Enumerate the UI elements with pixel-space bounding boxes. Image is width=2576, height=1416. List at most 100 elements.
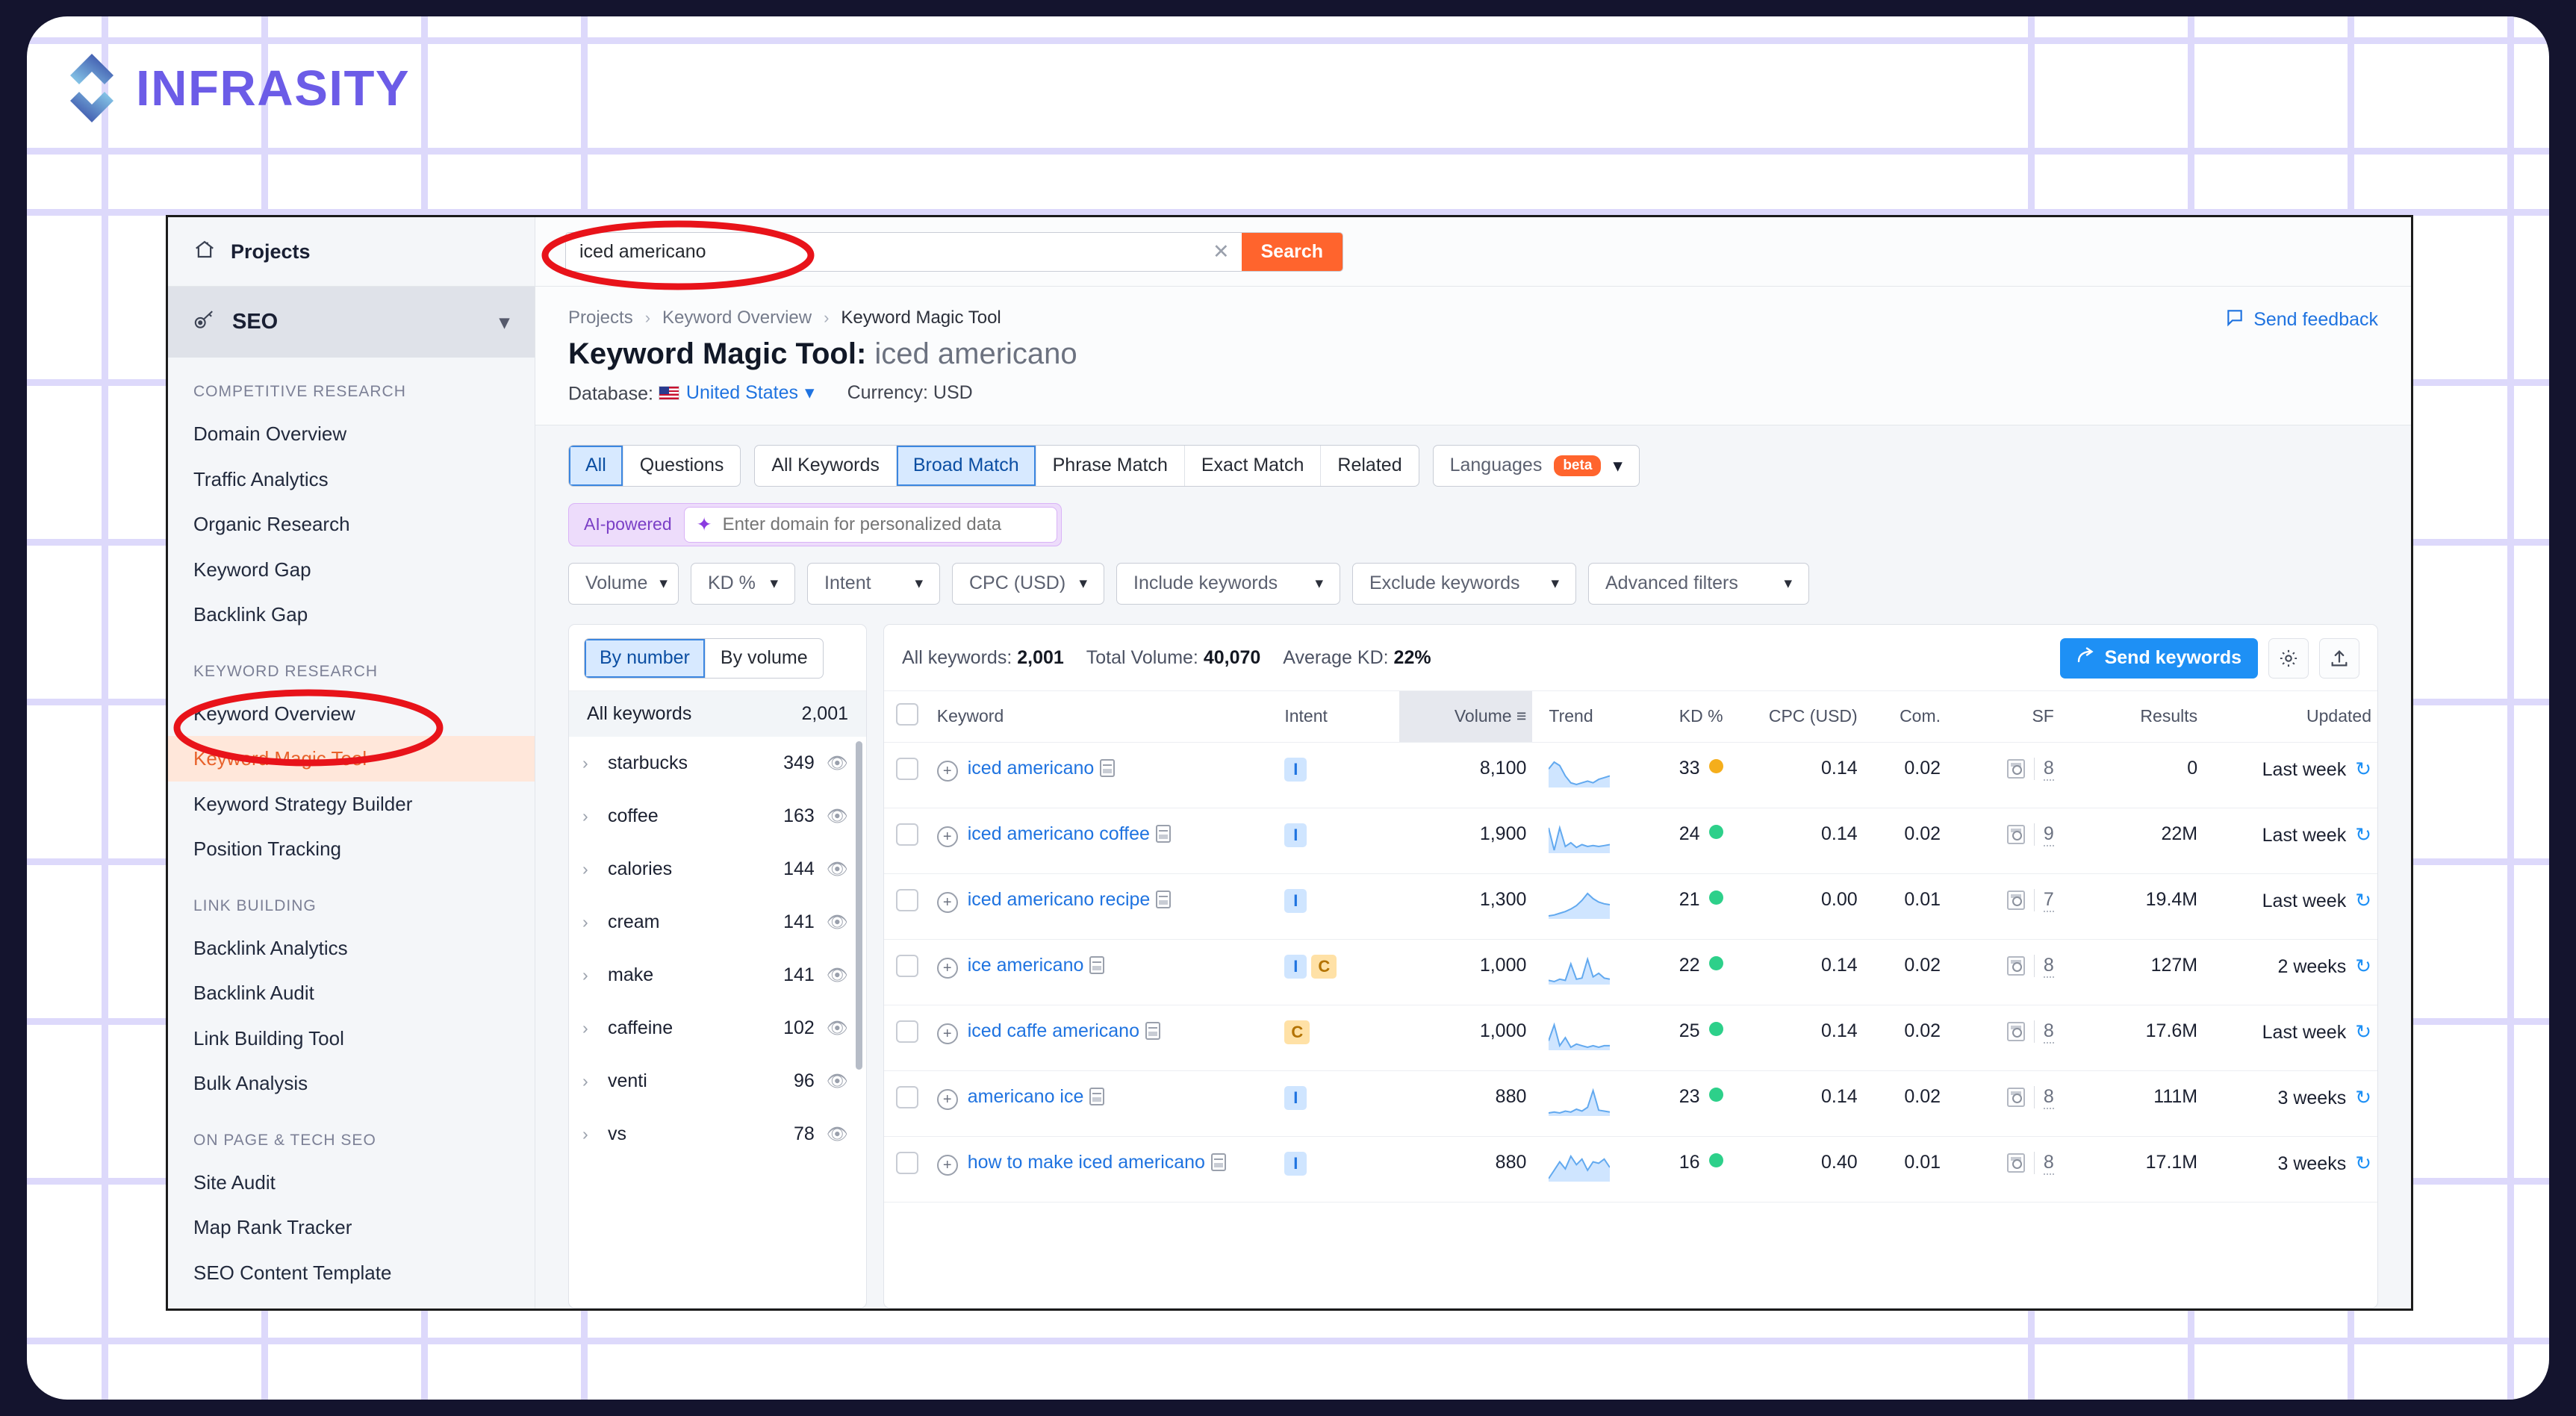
sf-value[interactable]: 8 <box>2043 955 2054 978</box>
refresh-icon[interactable]: ↻ <box>2355 1152 2371 1174</box>
scrollbar-thumb[interactable] <box>856 740 862 1070</box>
column-updated[interactable]: Updated <box>2203 690 2377 743</box>
table-row[interactable]: + how to make iced americano I 880 16 0.40 0.0… <box>884 1136 2377 1203</box>
languages-dropdown[interactable]: Languages beta ▾ <box>1432 444 1640 487</box>
sidebar-item-link-building-tool[interactable]: Link Building Tool <box>168 1016 535 1061</box>
add-keyword-icon[interactable]: + <box>936 957 958 979</box>
tab-phrase-match[interactable]: Phrase Match <box>1036 445 1185 486</box>
serp-preview-icon[interactable] <box>1210 1153 1226 1171</box>
sidebar-item-on-page-seo-checker[interactable]: On Page SEO Checker <box>168 1295 535 1309</box>
toggle-by-volume[interactable]: By volume <box>706 639 823 678</box>
keyword-link[interactable]: ice americano <box>968 955 1105 976</box>
serp-features-icon[interactable] <box>2006 1022 2025 1041</box>
chevron-right-icon[interactable]: › <box>582 912 596 932</box>
refresh-icon[interactable]: ↻ <box>2355 1020 2371 1043</box>
sidebar-item-position-tracking[interactable]: Position Tracking <box>168 826 535 872</box>
eye-icon[interactable]: 👁 <box>827 753 848 773</box>
sf-value[interactable]: 7 <box>2043 889 2054 912</box>
column-com[interactable]: Com. <box>1863 690 1947 743</box>
refresh-icon[interactable]: ↻ <box>2355 955 2371 977</box>
send-keywords-button[interactable]: Send keywords <box>2059 637 2258 679</box>
serp-features-icon[interactable] <box>2006 759 2025 779</box>
column-cpc[interactable]: CPC (USD) <box>1729 690 1864 743</box>
eye-icon[interactable]: 👁 <box>827 965 848 985</box>
serp-features-icon[interactable] <box>2006 825 2025 844</box>
volume-filter[interactable]: Volume ▾ <box>568 562 679 605</box>
sidebar-item-organic-research[interactable]: Organic Research <box>168 502 535 547</box>
serp-preview-icon[interactable] <box>1089 1087 1105 1105</box>
list-item[interactable]: › caffeine 102 👁 <box>569 1002 866 1055</box>
serp-preview-icon[interactable] <box>1155 824 1171 843</box>
chevron-right-icon[interactable]: › <box>582 1071 596 1091</box>
refresh-icon[interactable]: ↻ <box>2355 889 2371 911</box>
list-item[interactable]: › cream 141 👁 <box>569 896 866 949</box>
breadcrumb-item-keyword-overview[interactable]: Keyword Overview <box>662 308 812 328</box>
column-volume[interactable]: Volume ≡ <box>1399 690 1533 743</box>
column-sf[interactable]: SF <box>1947 690 2060 743</box>
eye-icon[interactable]: 👁 <box>827 1071 848 1091</box>
row-checkbox[interactable] <box>896 823 919 846</box>
table-row[interactable]: + ice americano I C 1,000 22 0.14 0.02 8 127M 2 we… <box>884 939 2377 1005</box>
table-row[interactable]: + iced americano coffee I 1,900 24 0.14 0.02 9 2… <box>884 808 2377 874</box>
sf-value[interactable]: 8 <box>2043 1020 2054 1044</box>
keyword-link[interactable]: iced americano coffee <box>968 823 1171 845</box>
chevron-right-icon[interactable]: › <box>582 859 596 879</box>
tab-broad-match[interactable]: Broad Match <box>896 445 1036 486</box>
serp-preview-icon[interactable] <box>1145 1021 1160 1040</box>
eye-icon[interactable]: 👁 <box>827 806 848 826</box>
sidebar-item-map-rank-tracker[interactable]: Map Rank Tracker <box>168 1205 535 1250</box>
list-item[interactable]: › coffee 163 👁 <box>569 790 866 843</box>
sidebar-item-bulk-analysis[interactable]: Bulk Analysis <box>168 1061 535 1106</box>
add-keyword-icon[interactable]: + <box>936 826 958 847</box>
gear-icon[interactable] <box>2268 637 2309 679</box>
send-feedback-button[interactable]: Send feedback <box>2225 308 2378 332</box>
serp-preview-icon[interactable] <box>1089 955 1105 974</box>
keyword-link[interactable]: how to make iced americano <box>968 1152 1226 1173</box>
serp-features-icon[interactable] <box>2006 1088 2025 1107</box>
sidebar-item-site-audit[interactable]: Site Audit <box>168 1160 535 1206</box>
row-checkbox[interactable] <box>896 1020 919 1043</box>
sidebar-item-backlink-gap[interactable]: Backlink Gap <box>168 592 535 637</box>
serp-features-icon[interactable] <box>2006 891 2025 910</box>
export-icon[interactable] <box>2319 637 2359 679</box>
eye-icon[interactable]: 👁 <box>827 912 848 932</box>
keyword-link[interactable]: iced americano <box>968 758 1116 779</box>
sidebar-item-seo-content-template[interactable]: SEO Content Template <box>168 1250 535 1296</box>
cpc-filter[interactable]: CPC (USD) ▾ <box>952 562 1104 605</box>
breadcrumb-item-projects[interactable]: Projects <box>568 308 633 328</box>
list-item[interactable]: › calories 144 👁 <box>569 843 866 896</box>
keyword-link[interactable]: iced americano recipe <box>968 889 1172 911</box>
column-trend[interactable]: Trend <box>1532 690 1639 743</box>
row-checkbox[interactable] <box>896 888 919 911</box>
search-input[interactable] <box>566 240 1201 263</box>
chevron-right-icon[interactable]: › <box>582 965 596 985</box>
sidebar-item-keyword-strategy-builder[interactable]: Keyword Strategy Builder <box>168 782 535 827</box>
add-keyword-icon[interactable]: + <box>936 891 958 913</box>
sf-value[interactable]: 8 <box>2043 1152 2054 1175</box>
list-item[interactable]: › vs 78 👁 <box>569 1108 866 1161</box>
keyword-link[interactable]: iced caffe americano <box>968 1020 1160 1042</box>
eye-icon[interactable]: 👁 <box>827 1018 848 1038</box>
serp-preview-icon[interactable] <box>1100 758 1116 777</box>
table-row[interactable]: + americano ice I 880 23 0.14 0.02 8 111M 3 weeks… <box>884 1070 2377 1137</box>
sf-value[interactable]: 8 <box>2043 1086 2054 1109</box>
domain-input[interactable] <box>722 514 1045 535</box>
intent-filter[interactable]: Intent ▾ <box>807 562 940 605</box>
exclude-keywords-filter[interactable]: Exclude keywords ▾ <box>1352 562 1576 605</box>
group-row-all-keywords[interactable]: All keywords 2,001 <box>569 690 866 737</box>
toggle-by-number[interactable]: By number <box>585 638 706 678</box>
serp-features-icon[interactable] <box>2006 1153 2025 1173</box>
eye-icon[interactable]: 👁 <box>827 1124 848 1144</box>
table-row[interactable]: + iced caffe americano C 1,000 25 0.14 0.02 8 17… <box>884 1005 2377 1071</box>
sf-value[interactable]: 9 <box>2043 823 2054 846</box>
list-item[interactable]: › make 141 👁 <box>569 949 866 1002</box>
sidebar-item-seo[interactable]: SEO ▾ <box>168 287 535 358</box>
sidebar-item-keyword-gap[interactable]: Keyword Gap <box>168 547 535 593</box>
sidebar-item-domain-overview[interactable]: Domain Overview <box>168 411 535 457</box>
sidebar-item-projects[interactable]: Projects <box>168 217 535 287</box>
tab-all[interactable]: All <box>569 445 623 486</box>
table-row[interactable]: + iced americano recipe I 1,300 21 0.00 0.01 7 1… <box>884 873 2377 940</box>
kd-filter[interactable]: KD % ▾ <box>691 562 795 605</box>
row-checkbox[interactable] <box>896 757 919 780</box>
eye-icon[interactable]: 👁 <box>827 859 848 879</box>
